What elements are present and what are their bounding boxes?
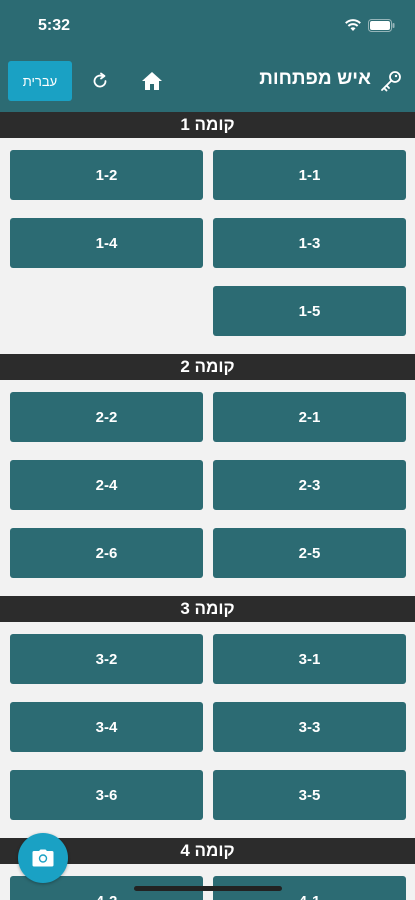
room-grid: 2-1 2-2 2-3 2-4 2-5 2-6 xyxy=(0,380,415,596)
room-button[interactable]: 2-1 xyxy=(213,392,406,442)
room-button[interactable]: 3-6 xyxy=(10,770,203,820)
refresh-button[interactable] xyxy=(86,67,114,95)
floor-section: קומה 1 1-1 1-2 1-3 1-4 1-5 xyxy=(0,112,415,354)
room-grid: 3-1 3-2 3-3 3-4 3-5 3-6 xyxy=(0,622,415,838)
home-indicator xyxy=(134,886,282,891)
room-button[interactable]: 2-3 xyxy=(213,460,406,510)
room-button[interactable]: 1-1 xyxy=(213,150,406,200)
key-icon xyxy=(381,71,401,92)
room-grid: 1-1 1-2 1-3 1-4 1-5 xyxy=(0,138,415,354)
room-button[interactable]: 1-4 xyxy=(10,218,203,268)
home-button[interactable] xyxy=(138,67,166,95)
room-button[interactable]: 2-2 xyxy=(10,392,203,442)
status-bar: 5:32 xyxy=(0,0,415,52)
floor-section: קומה 2 2-1 2-2 2-3 2-4 2-5 2-6 xyxy=(0,354,415,596)
home-icon xyxy=(142,72,162,90)
floor-header: קומה 3 xyxy=(0,596,415,622)
floor-header: קומה 1 xyxy=(0,112,415,138)
app-title: איש מפתחות xyxy=(259,68,371,89)
camera-button[interactable] xyxy=(18,833,68,883)
room-button[interactable]: 1-3 xyxy=(213,218,406,268)
language-button[interactable]: עברית xyxy=(8,61,72,101)
room-button[interactable]: 3-2 xyxy=(10,634,203,684)
top-bar: עברית איש מפתחות xyxy=(0,58,415,104)
app-header: 5:32 עברית איש מפתחות xyxy=(0,0,415,112)
wifi-icon xyxy=(345,19,361,31)
room-button[interactable]: 3-1 xyxy=(213,634,406,684)
room-button[interactable]: 2-4 xyxy=(10,460,203,510)
room-button[interactable]: 3-5 xyxy=(213,770,406,820)
status-time: 5:32 xyxy=(38,17,71,34)
refresh-icon xyxy=(93,72,107,88)
battery-icon xyxy=(368,18,395,32)
key-logo xyxy=(377,67,405,95)
room-button[interactable]: 1-5 xyxy=(213,286,406,336)
floor-header: קומה 2 xyxy=(0,354,415,380)
floor-section: קומה 3 3-1 3-2 3-3 3-4 3-5 3-6 xyxy=(0,596,415,838)
room-button[interactable]: 3-3 xyxy=(213,702,406,752)
floors-list[interactable]: קומה 1 1-1 1-2 1-3 1-4 1-5 קומה 2 2-1 2-… xyxy=(0,112,415,900)
room-button[interactable]: 3-4 xyxy=(10,702,203,752)
room-button[interactable]: 2-5 xyxy=(213,528,406,578)
room-button[interactable]: 2-6 xyxy=(10,528,203,578)
camera-icon xyxy=(32,849,54,867)
room-button[interactable]: 1-2 xyxy=(10,150,203,200)
status-icons xyxy=(344,18,395,32)
